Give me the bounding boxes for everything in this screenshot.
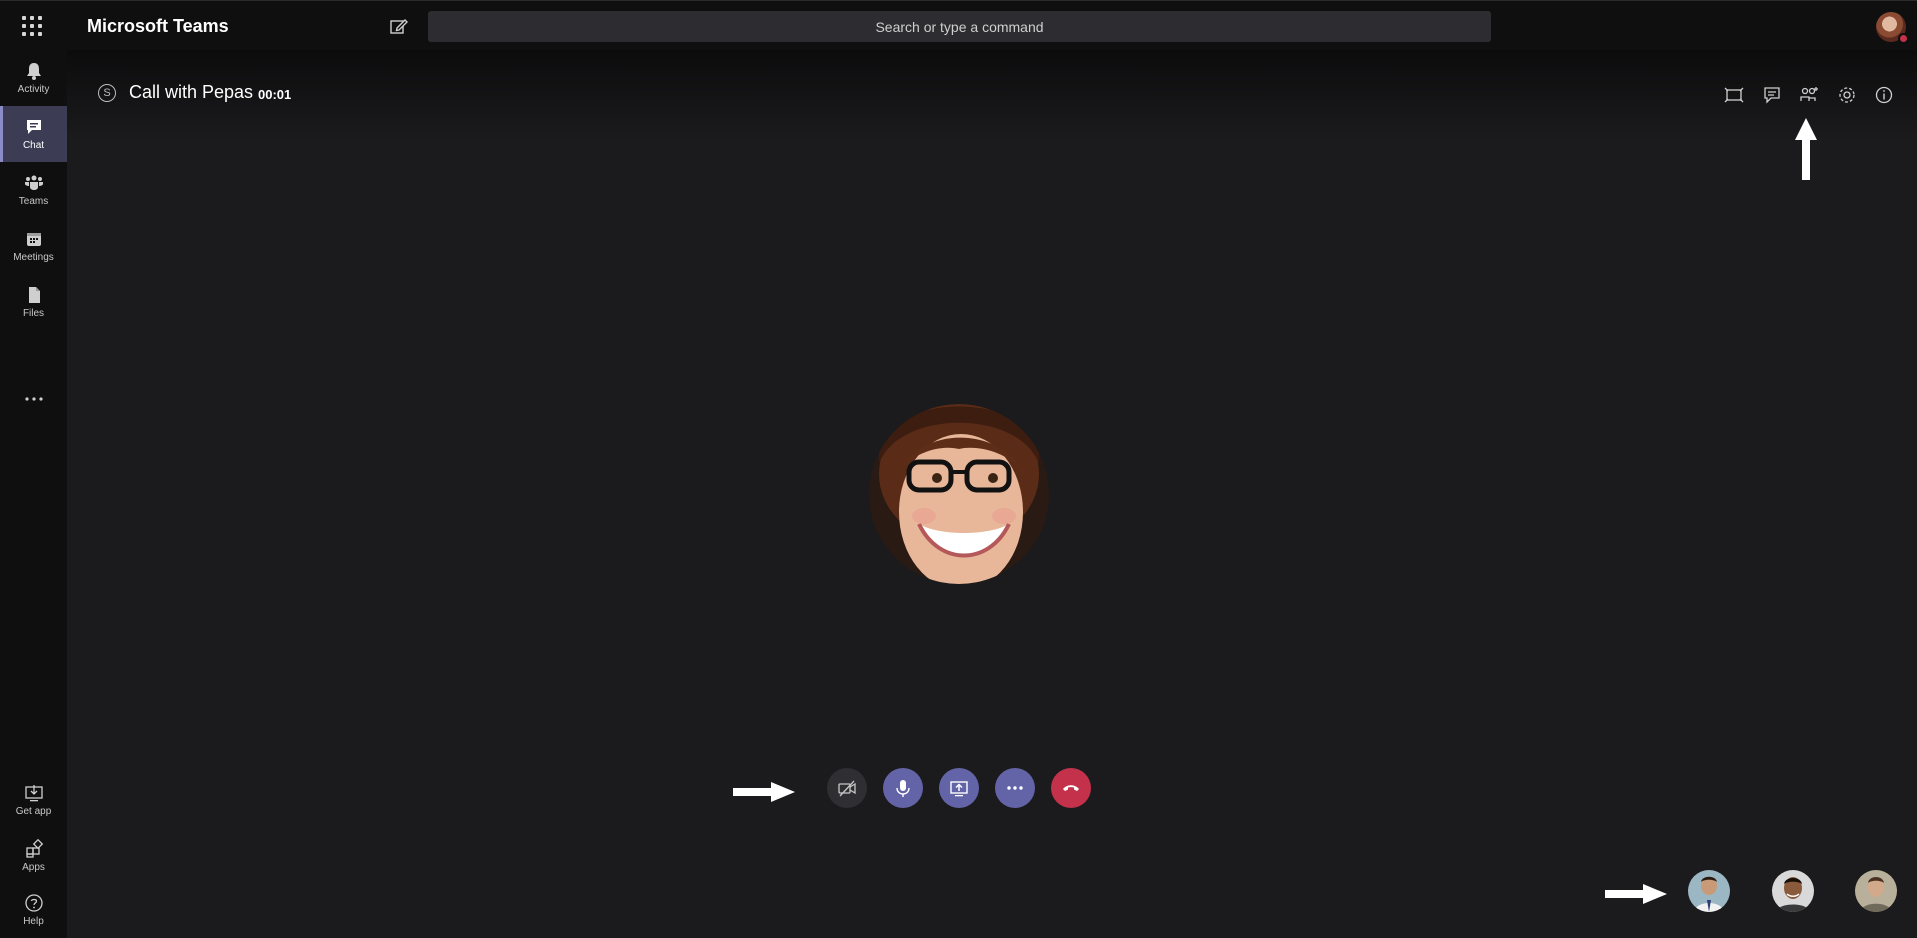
file-icon xyxy=(28,287,40,303)
skype-icon: S xyxy=(98,84,116,102)
app-launcher-icon[interactable] xyxy=(20,14,44,38)
rail-item-label: Apps xyxy=(22,862,45,873)
rail-item-chat[interactable]: Chat xyxy=(0,106,67,162)
rail-item-label: Help xyxy=(23,916,44,927)
rail-item-apps[interactable]: Apps xyxy=(0,828,67,884)
rail-item-teams[interactable]: Teams xyxy=(0,162,67,218)
rail-item-label: Get app xyxy=(15,806,52,817)
call-header: S Call with Pepas 00:01 xyxy=(67,50,1917,140)
rail-item-files[interactable]: Files xyxy=(0,274,67,330)
fullscreen-icon[interactable] xyxy=(1723,84,1745,106)
hang-up-icon xyxy=(1063,785,1079,791)
mute-button[interactable] xyxy=(883,768,923,808)
device-settings-icon[interactable] xyxy=(1836,84,1858,106)
bell-icon xyxy=(26,63,41,80)
show-participants-icon[interactable] xyxy=(1798,84,1820,106)
rail-item-label: Files xyxy=(22,308,45,319)
participant-avatar[interactable] xyxy=(1855,870,1897,912)
participant-avatar[interactable] xyxy=(1772,870,1814,912)
rail-item-label: Chat xyxy=(22,140,45,151)
share-screen-button[interactable] xyxy=(939,768,979,808)
rail-item-label: Meetings xyxy=(13,252,54,263)
search-input[interactable] xyxy=(428,11,1491,42)
apps-icon xyxy=(25,839,43,858)
app-rail: Activity Chat Teams Meetings Files Get a… xyxy=(0,50,67,938)
rail-item-label: Teams xyxy=(18,196,49,207)
call-title: Call with Pepas xyxy=(129,82,254,102)
video-off-icon xyxy=(838,780,856,797)
help-icon xyxy=(24,894,43,912)
share-screen-icon xyxy=(950,781,968,797)
participant-avatar[interactable] xyxy=(1688,870,1730,912)
camera-off-button[interactable] xyxy=(827,768,867,808)
info-icon[interactable] xyxy=(1873,84,1895,106)
hang-up-button[interactable] xyxy=(1051,768,1091,808)
annotation-arrow-right-icon xyxy=(1605,884,1667,904)
call-timer: 00:01 xyxy=(258,87,292,102)
microphone-icon xyxy=(896,780,910,797)
rail-item-label: Activity xyxy=(17,84,50,95)
participant-avatar-main xyxy=(869,404,1049,584)
rail-item-activity[interactable]: Activity xyxy=(0,50,67,106)
more-icon xyxy=(1007,786,1023,790)
more-apps-icon[interactable] xyxy=(0,384,67,414)
download-icon xyxy=(24,785,43,802)
show-conversation-icon[interactable] xyxy=(1761,84,1783,106)
app-title: Microsoft Teams xyxy=(87,16,229,36)
rail-item-help[interactable]: Help xyxy=(0,882,67,938)
more-actions-button[interactable] xyxy=(995,768,1035,808)
calendar-icon xyxy=(26,233,41,246)
rail-item-get-app[interactable]: Get app xyxy=(0,772,67,828)
presence-busy-badge xyxy=(1898,33,1909,44)
annotation-arrow-right-icon xyxy=(733,782,795,802)
rail-item-meetings[interactable]: Meetings xyxy=(0,218,67,274)
teams-icon xyxy=(24,175,43,190)
top-bar: Microsoft Teams xyxy=(0,0,1917,50)
new-chat-icon[interactable] xyxy=(388,15,410,37)
chat-icon xyxy=(26,120,41,134)
annotation-arrow-up-icon xyxy=(1795,118,1817,180)
